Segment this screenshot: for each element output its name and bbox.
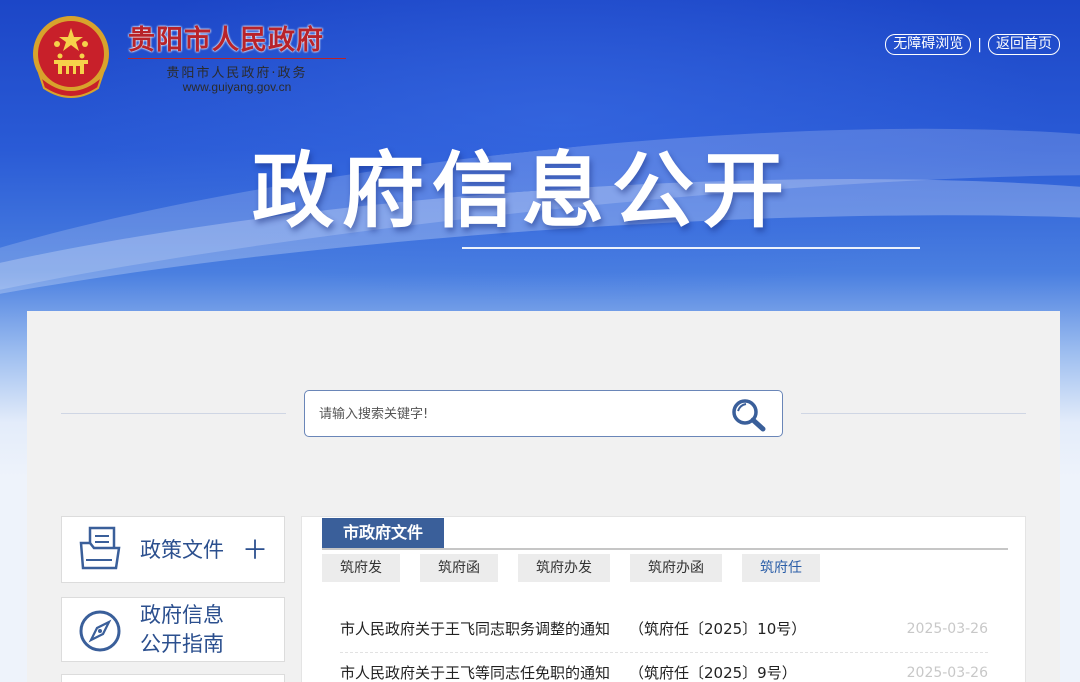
sidebar-item-policy-documents[interactable]: 政策文件 ＋: [61, 516, 285, 583]
document-list: 市人民政府关于王飞同志职务调整的通知 （筑府任〔2025〕10号） 2025-0…: [340, 609, 988, 682]
document-date: 2025-03-26: [906, 621, 988, 637]
site-url: www.guiyang.gov.cn: [182, 80, 292, 94]
site-title: 贵阳市人民政府: [128, 25, 324, 56]
sidebar-item-label: 公开指南: [140, 632, 224, 656]
sidebar-item-disclosure-guide[interactable]: 政府信息 公开指南: [61, 597, 285, 662]
sidebar-item-label: 政策文件: [140, 538, 224, 562]
list-item[interactable]: 市人民政府关于王飞同志职务调整的通知 （筑府任〔2025〕10号） 2025-0…: [340, 609, 988, 653]
home-link[interactable]: 返回首页: [988, 34, 1060, 55]
search-icon[interactable]: [729, 396, 769, 434]
tab-zhufubanhan[interactable]: 筑府办函: [630, 554, 722, 582]
list-item[interactable]: 市人民政府关于王飞等同志任免职的通知 （筑府任〔2025〕9号） 2025-03…: [340, 653, 988, 682]
section-title: 市政府文件: [322, 518, 444, 548]
top-links: 无障碍浏览 | 返回首页: [885, 34, 1060, 55]
document-title[interactable]: 市人民政府关于王飞同志职务调整的通知: [340, 609, 610, 649]
site-subtitle: 贵阳市人民政府·政务: [128, 58, 346, 81]
search-input[interactable]: [319, 401, 719, 427]
document-number: （筑府任〔2025〕10号）: [629, 620, 807, 638]
divider: [61, 413, 286, 414]
page-title: 政府信息公开: [252, 144, 793, 239]
document-number: （筑府任〔2025〕9号）: [629, 664, 797, 682]
tab-zhufubanfa[interactable]: 筑府办发: [518, 554, 610, 582]
compass-icon: [79, 610, 121, 652]
tab-zhufuren[interactable]: 筑府任: [742, 554, 820, 582]
tab-zhufufa[interactable]: 筑府发: [322, 554, 400, 582]
divider: [801, 413, 1026, 414]
main-panel: 政策文件 ＋ 政府信息 公开指南 市政府文件 筑府发 筑府函 筑府办发 筑府办函…: [27, 311, 1060, 682]
search-box: [304, 390, 783, 437]
accessibility-link[interactable]: 无障碍浏览: [885, 34, 972, 55]
sidebar-item-label: 政府信息: [140, 603, 224, 627]
title-underline: [462, 247, 920, 249]
document-date: 2025-03-26: [906, 665, 988, 681]
document-title[interactable]: 市人民政府关于王飞等同志任免职的通知: [340, 653, 610, 682]
sidebar-item[interactable]: [61, 674, 285, 682]
divider: [322, 548, 1008, 550]
national-emblem-icon: [33, 16, 109, 98]
tab-zhufuhan[interactable]: 筑府函: [420, 554, 498, 582]
link-separator: |: [977, 36, 982, 53]
document-folder-icon: [79, 526, 121, 570]
category-tabs: 筑府发 筑府函 筑府办发 筑府办函 筑府任: [322, 554, 820, 582]
document-list-panel: 市政府文件 筑府发 筑府函 筑府办发 筑府办函 筑府任 市人民政府关于王飞同志职…: [301, 516, 1026, 682]
expand-icon[interactable]: ＋: [242, 538, 268, 564]
